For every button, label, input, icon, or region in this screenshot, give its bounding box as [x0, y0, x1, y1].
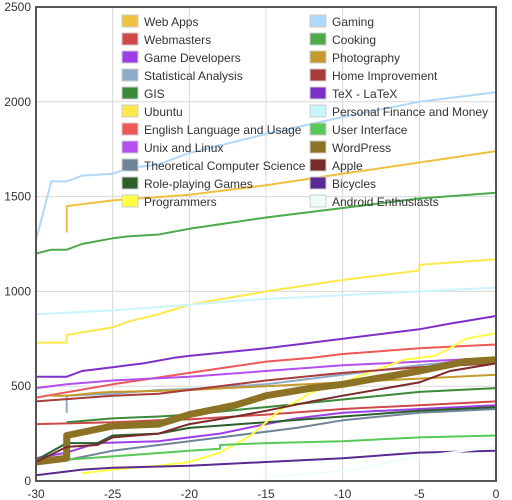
legend-swatch — [121, 140, 139, 154]
legend-item: Home Improvement — [309, 68, 438, 83]
y-tick-label: 1000 — [4, 284, 31, 298]
legend-label: Role-playing Games — [144, 177, 253, 191]
legend-item: Web Apps — [121, 14, 198, 29]
legend-label: Android Enthusiasts — [332, 195, 439, 209]
legend-label: English Language and Usage — [144, 123, 302, 137]
legend-label: Webmasters — [144, 33, 211, 47]
y-tick-label: 2000 — [4, 95, 31, 109]
x-tick-label: -5 — [414, 487, 425, 500]
x-tick-label: -30 — [27, 487, 45, 500]
legend-label: Cooking — [332, 33, 376, 47]
legend-swatch — [309, 86, 327, 100]
legend-label: Statistical Analysis — [144, 69, 243, 83]
legend-swatch — [121, 68, 139, 82]
legend-item: WordPress — [309, 140, 391, 155]
legend-label: Web Apps — [144, 15, 198, 29]
y-axis-ticks: 0 500 1000 1500 2000 2500 — [4, 0, 31, 488]
legend-swatch — [309, 32, 327, 46]
y-tick-label: 2500 — [4, 0, 31, 14]
x-tick-label: -20 — [181, 487, 199, 500]
legend-item: Cooking — [309, 32, 376, 47]
legend-swatch — [121, 32, 139, 46]
legend-item: Apple — [309, 158, 363, 173]
legend-item: Programmers — [121, 194, 217, 209]
x-tick-label: 0 — [493, 487, 500, 500]
legend-swatch — [121, 158, 139, 172]
legend-swatch — [309, 122, 327, 136]
legend-swatch — [309, 140, 327, 154]
legend-item: Bicycles — [309, 176, 376, 191]
x-tick-label: -15 — [257, 487, 275, 500]
legend-swatch — [309, 104, 327, 118]
y-tick-label: 0 — [24, 474, 31, 488]
legend-swatch — [309, 68, 327, 82]
legend-swatch — [121, 86, 139, 100]
legend-item: TeX - LaTeX — [309, 86, 397, 101]
legend-item: English Language and Usage — [121, 122, 302, 137]
legend-item: Personal Finance and Money — [309, 104, 488, 119]
legend-item: Photography — [309, 50, 400, 65]
legend-swatch — [309, 14, 327, 28]
legend-label: Programmers — [144, 195, 217, 209]
legend-swatch — [121, 122, 139, 136]
legend-item: Gaming — [309, 14, 374, 29]
legend-swatch — [121, 14, 139, 28]
legend-label: TeX - LaTeX — [332, 87, 397, 101]
legend-swatch — [121, 104, 139, 118]
legend-label: Home Improvement — [332, 69, 438, 83]
legend-item: Unix and Linux — [121, 140, 223, 155]
y-tick-label: 500 — [11, 379, 31, 393]
legend-swatch — [121, 176, 139, 190]
legend-swatch — [121, 194, 139, 208]
legend-label: Gaming — [332, 15, 374, 29]
legend-label: Ubuntu — [144, 105, 183, 119]
legend-label: Photography — [332, 51, 400, 65]
legend-item: Game Developers — [121, 50, 241, 65]
legend-label: GIS — [144, 87, 165, 101]
legend-item: Ubuntu — [121, 104, 183, 119]
legend-swatch — [309, 50, 327, 64]
legend-label: Game Developers — [144, 51, 241, 65]
legend-item: GIS — [121, 86, 165, 101]
legend-item: Role-playing Games — [121, 176, 253, 191]
legend-label: Personal Finance and Money — [332, 105, 488, 119]
legend-label: Theoretical Computer Science — [144, 159, 306, 173]
x-tick-label: -25 — [104, 487, 122, 500]
legend-label: User Interface — [332, 123, 408, 137]
x-tick-label: -10 — [334, 487, 352, 500]
legend-swatch — [309, 194, 327, 208]
legend-item: Theoretical Computer Science — [121, 158, 306, 173]
legend-swatch — [121, 50, 139, 64]
line-chart: Web Apps Webmasters Game Developers Statist… — [4, 0, 499, 500]
legend-item: Statistical Analysis — [121, 68, 243, 83]
series-line-android-enthusiasts — [265, 445, 497, 479]
legend-swatch — [309, 176, 327, 190]
y-tick-label: 1500 — [4, 190, 31, 204]
legend-label: WordPress — [332, 141, 391, 155]
legend-label: Apple — [332, 159, 363, 173]
legend-label: Bicycles — [332, 177, 376, 191]
x-axis-ticks: -30 -25 -20 -15 -10 -5 0 — [27, 487, 499, 500]
legend-swatch — [309, 158, 327, 172]
legend-item: Webmasters — [121, 32, 211, 47]
legend-item: User Interface — [309, 122, 408, 137]
legend-label: Unix and Linux — [144, 141, 223, 155]
